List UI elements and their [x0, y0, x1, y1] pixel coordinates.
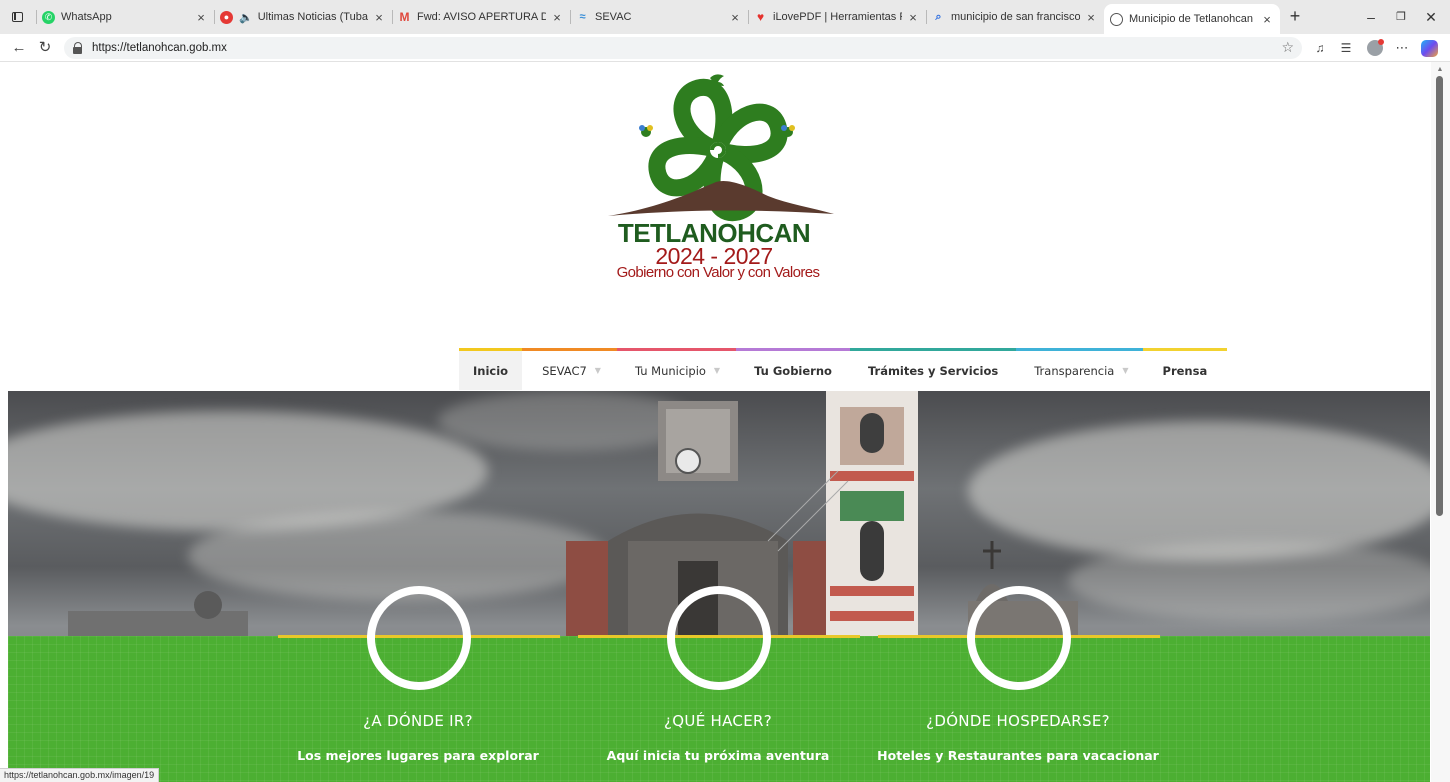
new-tab-button[interactable]: + [1284, 6, 1306, 28]
chevron-down-icon: ▼ [594, 366, 601, 375]
feature-subtitle[interactable]: Hoteles y Restaurantes para vacacionar [868, 748, 1168, 763]
feature-circle-icon[interactable] [367, 586, 471, 690]
tab-search[interactable]: ⌕ municipio de san francisco tetlan × [926, 4, 1104, 30]
search-icon: ⌕ [935, 10, 942, 23]
tab-close-icon[interactable]: × [372, 10, 386, 25]
gmail-icon: M [399, 10, 410, 24]
tab-title: SEVAC [595, 11, 632, 23]
tab-close-icon[interactable]: × [550, 10, 564, 25]
logo-emblem [608, 74, 834, 222]
whatsapp-icon: ✆ [42, 10, 55, 24]
tab-actions-icon [11, 12, 23, 22]
feature-circle-icon[interactable] [967, 586, 1071, 690]
address-bar[interactable]: https://tetlanohcan.gob.mx ☆ [64, 37, 1302, 59]
feature-subtitle[interactable]: Aquí inicia tu próxima aventura [568, 748, 868, 763]
audio-playing-icon[interactable]: 🔈 [239, 11, 253, 24]
tab-close-icon[interactable]: × [728, 10, 742, 25]
nav-item-tramites[interactable]: Trámites y Servicios [849, 348, 1017, 390]
sevac-icon: ≈ [579, 11, 586, 23]
municipal-logo[interactable]: TETLANOHCAN 2024 - 2027 Gobierno con Val… [598, 68, 848, 283]
feature-title-donde-hospedarse[interactable]: ¿DÓNDE HOSPEDARSE? [868, 712, 1168, 730]
feature-title-donde-ir[interactable]: ¿A DÓNDE IR? [268, 712, 568, 730]
nav-item-label: Tu Municipio [634, 363, 706, 378]
tab-title: Fwd: AVISO APERTURA DE PLATAF [417, 11, 546, 23]
status-url-tooltip: https://tetlanohcan.gob.mx/imagen/19 [0, 768, 160, 782]
nav-item-sevac7[interactable]: SEVAC7 ▼ [522, 348, 617, 390]
favorite-star-icon[interactable]: ☆ [1281, 39, 1294, 56]
tab-close-icon[interactable]: × [1084, 10, 1098, 25]
tab-actions-button[interactable] [8, 8, 26, 26]
nav-item-label: Tu Gobierno [754, 363, 832, 378]
restore-button[interactable]: ❐ [1386, 7, 1416, 27]
tab-sevac[interactable]: ≈ SEVAC × [570, 4, 748, 30]
building-image [68, 591, 248, 641]
profile-avatar[interactable] [1367, 39, 1384, 56]
feature-subtitle[interactable]: Los mejores lugares para explorar [268, 748, 568, 763]
tab-close-icon[interactable]: × [1260, 12, 1274, 27]
close-window-button[interactable]: ✕ [1416, 7, 1446, 27]
tab-gmail[interactable]: M Fwd: AVISO APERTURA DE PLATAF × [392, 4, 570, 30]
tab-whatsapp[interactable]: ✆ WhatsApp × [36, 4, 214, 30]
page-viewport: TETLANOHCAN 2024 - 2027 Gobierno con Val… [0, 62, 1450, 782]
nav-item-prensa[interactable]: Prensa [1142, 348, 1228, 390]
main-navigation: Inicio SEVAC7 ▼ Tu Municipio ▼ Tu Gobier… [459, 348, 1228, 390]
chevron-down-icon: ▼ [713, 366, 721, 375]
browser-toolbar: ← ↻ https://tetlanohcan.gob.mx ☆ ♫ ☰ ⋯ [0, 34, 1450, 62]
more-menu-icon[interactable]: ⋯ [1393, 39, 1411, 57]
page-scrollbar[interactable]: ▲ [1431, 62, 1450, 782]
ilovepdf-icon: ♥ [756, 10, 765, 24]
nav-item-label: SEVAC7 [542, 363, 587, 378]
tab-title: iLovePDF | Herramientas PDF onl [773, 11, 902, 23]
scroll-up-arrow-icon[interactable]: ▲ [1435, 66, 1445, 74]
copilot-icon[interactable] [1421, 40, 1438, 57]
logo-slogan: Gobierno con Valor y con Valores [616, 264, 820, 281]
minimize-button[interactable]: – [1356, 7, 1386, 27]
address-url[interactable]: https://tetlanohcan.gob.mx [92, 42, 227, 54]
nav-item-inicio[interactable]: Inicio [459, 348, 523, 390]
web-page: TETLANOHCAN 2024 - 2027 Gobierno con Val… [8, 62, 1430, 782]
nav-item-label: Transparencia [1034, 363, 1115, 378]
read-aloud-icon[interactable]: ♫ [1311, 39, 1329, 57]
globe-icon [1110, 12, 1123, 26]
tab-title: municipio de san francisco tetlan [951, 11, 1080, 23]
nav-item-transparencia[interactable]: Transparencia ▼ [1016, 348, 1143, 390]
nav-item-tu-municipio[interactable]: Tu Municipio ▼ [616, 348, 737, 390]
nav-item-label: Inicio [473, 363, 509, 378]
nav-item-tu-gobierno[interactable]: Tu Gobierno [736, 348, 850, 390]
tab-close-icon[interactable]: × [194, 10, 208, 25]
tab-title: Municipio de Tetlanohcan [1129, 13, 1253, 25]
tab-tetlanohcan[interactable]: Municipio de Tetlanohcan × [1104, 4, 1280, 34]
hero-banner: ¿A DÓNDE IR? Los mejores lugares para ex… [8, 391, 1430, 782]
feature-title-que-hacer[interactable]: ¿QUÉ HACER? [568, 712, 868, 730]
tab-title: WhatsApp [61, 11, 112, 23]
nav-item-label: Trámites y Servicios [867, 363, 999, 378]
nav-item-label: Prensa [1162, 363, 1208, 378]
flower-icon [639, 125, 653, 137]
lock-icon[interactable] [72, 42, 84, 54]
chevron-down-icon: ▼ [1122, 366, 1129, 375]
tab-title: Ultimas Noticias (Tuba) - You [257, 11, 368, 23]
hero-cloud [968, 421, 1430, 561]
refresh-button[interactable]: ↻ [34, 38, 56, 58]
tab-close-icon[interactable]: × [906, 10, 920, 25]
favorites-list-icon[interactable]: ☰ [1337, 39, 1355, 57]
tab-ilovepdf[interactable]: ♥ iLovePDF | Herramientas PDF onl × [748, 4, 926, 30]
tab-youtube[interactable]: ● 🔈 Ultimas Noticias (Tuba) - You × [214, 4, 392, 30]
back-button[interactable]: ← [8, 38, 30, 58]
feature-circle-icon[interactable] [667, 586, 771, 690]
youtube-icon: ● [220, 10, 233, 24]
scrollbar-thumb[interactable] [1436, 76, 1443, 516]
browser-tab-strip: ✆ WhatsApp × ● 🔈 Ultimas Noticias (Tuba)… [0, 0, 1450, 34]
hero-cloud [1068, 541, 1430, 621]
